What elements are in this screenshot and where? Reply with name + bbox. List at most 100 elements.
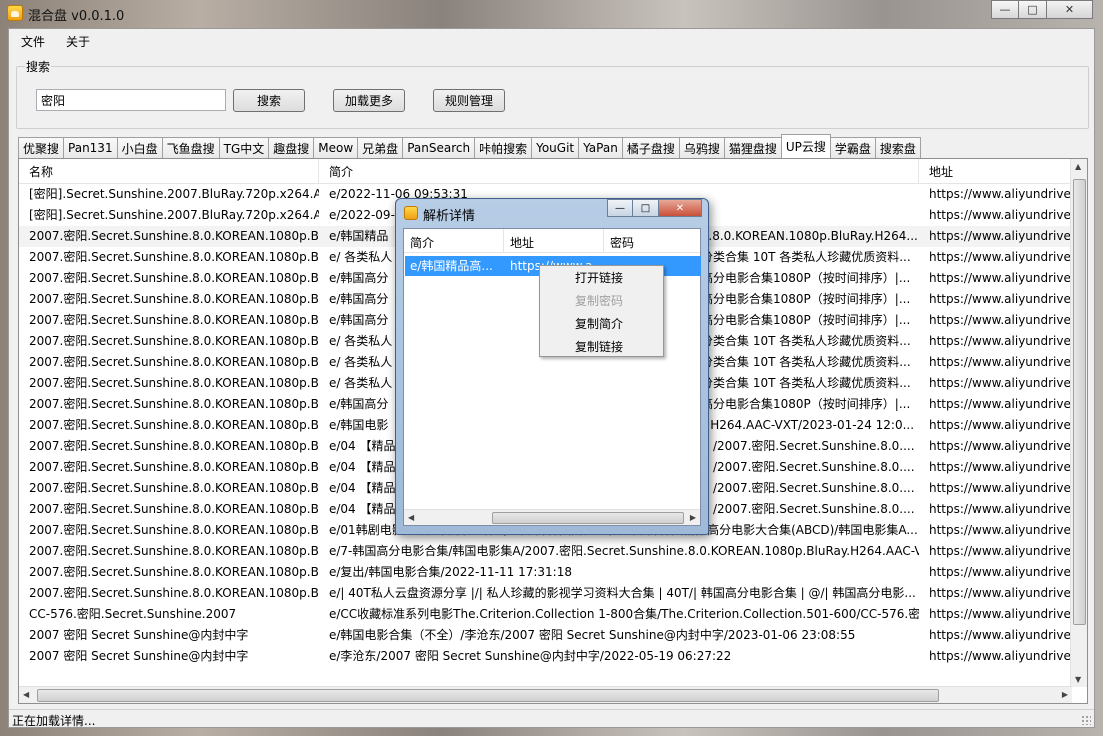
cell-url: https://www.aliyundrive.co — [929, 397, 1079, 411]
cell-desc: e/| 40T私人云盘资源分享 |/| 私人珍藏的影视学习资料大合集 | 40T… — [319, 583, 919, 604]
menu-file[interactable]: 文件 — [9, 29, 54, 51]
tab-4[interactable]: TG中文 — [218, 137, 270, 158]
tab-8[interactable]: PanSearch — [402, 137, 476, 158]
close-button[interactable]: ✕ — [1047, 0, 1093, 19]
detail-horizontal-scrollbar[interactable]: ◀ ▶ — [404, 509, 700, 525]
scroll-left-icon[interactable]: ◀ — [23, 690, 29, 699]
maximize-button[interactable]: □ — [1019, 0, 1047, 19]
cell-desc-text: e/04 【精品 — [329, 481, 396, 495]
window-title: 混合盘 v0.0.1.0 — [28, 9, 125, 24]
close-icon: ✕ — [1064, 3, 1075, 16]
table-row[interactable]: 2007.密阳.Secret.Sunshine.8.0.KOREAN.1080p… — [19, 541, 1086, 562]
cell-url: https://www.aliyundrive.co — [929, 460, 1079, 474]
tab-12[interactable]: 橘子盘搜 — [621, 137, 680, 158]
scroll-left-icon[interactable]: ◀ — [408, 513, 414, 522]
cell-url: https://www.aliyundrive.co — [929, 292, 1079, 306]
cell-desc: e/7-韩国高分电影合集/韩国电影集A/2007.密阳.Secret.Sunsh… — [319, 541, 919, 562]
cell-url: https://www.aliyundrive.co — [929, 271, 1079, 285]
cell-desc-text: e/04 【精品 — [329, 439, 396, 453]
cell-desc-tail: 高分电影合集1080P（按时间排序）|... — [701, 271, 911, 285]
table-row[interactable]: 2007.密阳.Secret.Sunshine.8.0.KOREAN.1080p… — [19, 562, 1086, 583]
tab-3[interactable]: 飞鱼盘搜 — [161, 137, 220, 158]
tab-5[interactable]: 趣盘搜 — [268, 137, 315, 158]
cell-desc-tail: 分类合集 10T 各类私人珍藏优质资料... — [701, 355, 911, 369]
tab-14[interactable]: 猫狸盘搜 — [723, 137, 782, 158]
cell-name: [密阳].Secret.Sunshine.2007.BluRay.720p.x2… — [29, 208, 319, 222]
cell-name: 2007.密阳.Secret.Sunshine.8.0.KOREAN.1080p… — [29, 544, 319, 558]
resize-grip-icon[interactable] — [1081, 715, 1091, 725]
cell-name: 2007.密阳.Secret.Sunshine.8.0.KOREAN.1080p… — [29, 481, 319, 495]
load-more-button[interactable]: 加载更多 — [333, 89, 405, 112]
menu-bar: 文件 关于 — [9, 29, 1094, 51]
detail-scroll-thumb[interactable] — [492, 512, 684, 524]
column-header-desc[interactable]: 简介 — [319, 159, 919, 183]
context-copy-desc[interactable]: 复制简介 — [540, 313, 663, 335]
minimize-button[interactable]: — — [991, 0, 1019, 19]
tab-2[interactable]: 小白盘 — [116, 137, 163, 158]
cell-url: https://www.aliyundrive.co — [929, 544, 1079, 558]
vertical-scroll-thumb[interactable] — [1073, 179, 1086, 625]
column-header-name[interactable]: 名称 — [19, 159, 319, 183]
cell-desc: e/复出/韩国电影合集/2022-11-11 17:31:18 — [319, 562, 919, 583]
dialog-close-button[interactable]: ✕ — [659, 199, 702, 217]
cell-url: https://www.aliyundrive.co — [929, 481, 1079, 495]
cell-desc-text: e/ 各类私人 — [329, 355, 393, 369]
horizontal-scroll-thumb[interactable] — [37, 689, 939, 702]
status-bar: 正在加载详情... — [9, 709, 1094, 728]
search-button[interactable]: 搜索 — [233, 89, 305, 112]
cell-desc-text: e/韩国高分 — [329, 292, 389, 306]
detail-column-desc[interactable]: 简介 — [404, 229, 504, 252]
app-icon — [7, 5, 23, 21]
table-row[interactable]: CC-576.密阳.Secret.Sunshine.2007 e/CC收藏标准系列… — [19, 604, 1086, 625]
context-open-link[interactable]: 打开链接 — [540, 267, 663, 289]
rules-manage-button[interactable]: 规则管理 — [433, 89, 505, 112]
scroll-up-icon[interactable]: ▲ — [1075, 162, 1081, 171]
cell-name: 2007.密阳.Secret.Sunshine.8.0.KOREAN.1080p… — [29, 523, 319, 537]
tab-1[interactable]: Pan131 — [63, 137, 118, 158]
tab-6[interactable]: Meow — [313, 137, 359, 158]
cell-desc-tail: 分类合集 10T 各类私人珍藏优质资料... — [701, 250, 911, 264]
dialog-maximize-button[interactable]: □ — [633, 199, 659, 217]
menu-about[interactable]: 关于 — [54, 29, 99, 51]
cell-name: 2007.密阳.Secret.Sunshine.8.0.KOREAN.1080p… — [29, 418, 319, 432]
tab-13[interactable]: 乌鸦搜 — [678, 137, 725, 158]
search-input[interactable] — [36, 89, 226, 111]
tab-10[interactable]: YouGit — [531, 137, 580, 158]
tab-15[interactable]: UP云搜 — [780, 134, 831, 158]
cell-name: 2007.密阳.Secret.Sunshine.8.0.KOREAN.1080p… — [29, 334, 319, 348]
tab-0[interactable]: 优聚搜 — [18, 137, 65, 158]
table-row[interactable]: 2007 密阳 Secret Sunshine@内封中字 e/韩国电影合集（不全）… — [19, 625, 1086, 646]
cell-desc-text: e/ 各类私人 — [329, 376, 393, 390]
context-menu: 打开链接 复制密码 复制简介 复制链接 — [539, 265, 664, 357]
tab-9[interactable]: 咔帕搜索 — [474, 137, 533, 158]
cell-desc-text: e/韩国精品 — [329, 229, 389, 243]
cell-url: https://www.aliyundrive.co — [929, 439, 1079, 453]
detail-column-password[interactable]: 密码 — [604, 229, 700, 252]
dialog-minimize-button[interactable]: — — [607, 199, 633, 217]
cell-name: 2007.密阳.Secret.Sunshine.8.0.KOREAN.1080p… — [29, 565, 319, 579]
vertical-scrollbar[interactable]: ▲ ▼ — [1070, 159, 1087, 687]
detail-column-url[interactable]: 地址 — [504, 229, 604, 252]
results-header: 名称 简介 地址 — [19, 159, 1086, 184]
table-row[interactable]: 2007 密阳 Secret Sunshine@内封中字 e/李沧东/2007 密… — [19, 646, 1086, 667]
scroll-right-icon[interactable]: ▶ — [1062, 690, 1068, 699]
horizontal-scrollbar[interactable]: ◀ ▶ — [19, 686, 1072, 703]
column-header-url[interactable]: 地址 — [919, 159, 1079, 183]
scroll-down-icon[interactable]: ▼ — [1075, 675, 1081, 684]
cell-desc-tail: 】/2007.密阳.Secret.Sunshine.8.0.... — [701, 460, 915, 474]
tab-7[interactable]: 兄弟盘 — [357, 137, 404, 158]
tab-16[interactable]: 学霸盘 — [829, 137, 876, 158]
context-copy-link[interactable]: 复制链接 — [540, 336, 663, 358]
scroll-right-icon[interactable]: ▶ — [690, 513, 696, 522]
tab-11[interactable]: YaPan — [578, 137, 623, 158]
tab-17[interactable]: 搜索盘 — [874, 137, 921, 158]
cell-desc-text: e/韩国电影合集（不全）/李沧东/2007 密阳 Secret Sunshine… — [329, 628, 856, 642]
cell-desc-text: e/韩国电影 — [329, 418, 389, 432]
cell-desc-tail: y.H264.AAC-VXT/2023-01-24 12:0... — [701, 418, 915, 432]
cell-url: https://www.aliyundrive.co — [929, 250, 1079, 264]
cell-desc-text: e/CC收藏标准系列电影The.Criterion.Collection 1-8… — [329, 607, 919, 621]
cell-name: CC-576.密阳.Secret.Sunshine.2007 — [29, 607, 237, 621]
cell-name: 2007.密阳.Secret.Sunshine.8.0.KOREAN.1080p… — [29, 460, 319, 474]
cell-url: https://www.aliyundrive.co — [929, 208, 1079, 222]
table-row[interactable]: 2007.密阳.Secret.Sunshine.8.0.KOREAN.1080p… — [19, 583, 1086, 604]
